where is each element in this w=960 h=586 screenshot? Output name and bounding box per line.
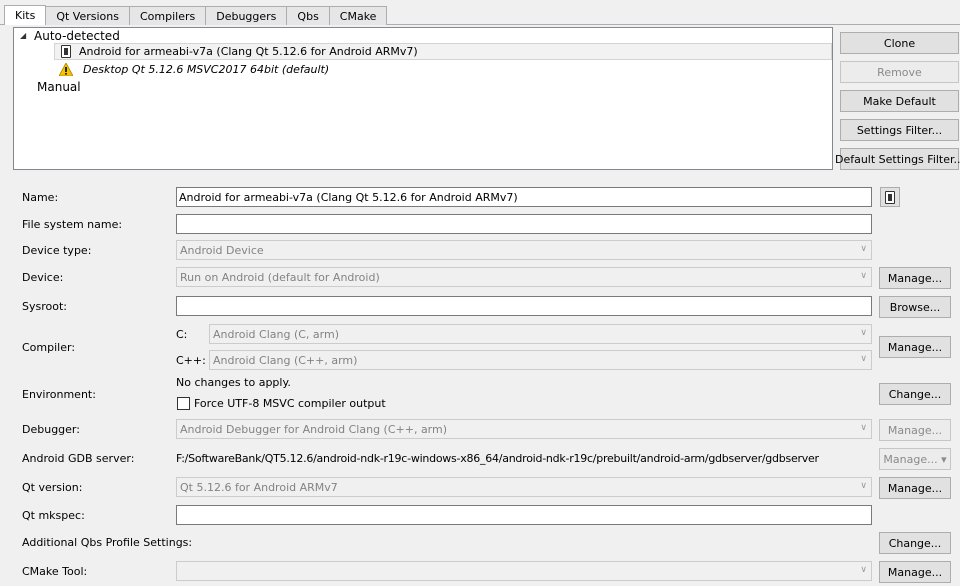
- environment-label: Environment:: [22, 388, 96, 401]
- debugger-value: Android Debugger for Android Clang (C++,…: [180, 422, 448, 436]
- c-compiler-value: Android Clang (C, arm): [213, 327, 339, 341]
- debugger-manage-button[interactable]: Manage...: [879, 419, 951, 441]
- tab-qt-versions[interactable]: Qt Versions: [45, 6, 130, 25]
- kit-icon-button[interactable]: [880, 187, 900, 207]
- tree-item-desktop-kit[interactable]: Desktop Qt 5.12.6 MSVC2017 64bit (defaul…: [59, 61, 329, 78]
- name-label: Name:: [22, 191, 59, 204]
- tab-qbs[interactable]: Qbs: [286, 6, 330, 25]
- qt-version-manage-button[interactable]: Manage...: [879, 477, 951, 499]
- device-icon: [61, 45, 71, 58]
- qt-version-label: Qt version:: [22, 481, 83, 494]
- chevron-down-icon: ∨: [860, 271, 867, 281]
- device-type-select[interactable]: Android Device ∨: [176, 240, 872, 260]
- warning-icon: [59, 63, 73, 76]
- kit-label: Android for armeabi-v7a (Clang Qt 5.12.6…: [79, 45, 418, 58]
- sysroot-input[interactable]: [176, 296, 872, 316]
- clone-button[interactable]: Clone: [840, 32, 959, 54]
- device-label: Device:: [22, 271, 64, 284]
- cpp-compiler-label: C++:: [176, 354, 206, 367]
- chevron-down-icon: ∨: [860, 423, 867, 433]
- device-type-label: Device type:: [22, 244, 92, 257]
- qt-version-value: Qt 5.12.6 for Android ARMv7: [180, 480, 338, 494]
- fs-name-label: File system name:: [22, 218, 123, 231]
- qbs-profile-label: Additional Qbs Profile Settings:: [22, 536, 193, 549]
- fs-name-input[interactable]: [176, 214, 872, 234]
- gdb-server-path: F:/SoftwareBank/QT5.12.6/android-ndk-r19…: [176, 452, 819, 465]
- cpp-compiler-value: Android Clang (C++, arm): [213, 353, 358, 367]
- qbs-change-button[interactable]: Change...: [879, 532, 951, 554]
- environment-status: No changes to apply.: [176, 376, 291, 389]
- device-icon: [885, 190, 895, 204]
- force-utf8-label[interactable]: Force UTF-8 MSVC compiler output: [194, 397, 386, 410]
- tab-debuggers[interactable]: Debuggers: [205, 6, 288, 25]
- settings-filter-button[interactable]: Settings Filter...: [840, 119, 959, 141]
- compiler-label: Compiler:: [22, 341, 76, 354]
- chevron-down-icon: ∨: [860, 244, 867, 254]
- sysroot-label: Sysroot:: [22, 300, 67, 313]
- chevron-down-icon: ∨: [860, 565, 867, 575]
- cmake-tool-label: CMake Tool:: [22, 565, 88, 578]
- tree-group-manual[interactable]: Manual: [37, 78, 81, 95]
- c-compiler-select[interactable]: Android Clang (C, arm) ∨: [209, 324, 872, 344]
- force-utf8-checkbox[interactable]: [177, 397, 190, 410]
- cmake-manage-button[interactable]: Manage...: [879, 561, 951, 583]
- device-select[interactable]: Run on Android (default for Android) ∨: [176, 267, 872, 287]
- cmake-tool-select[interactable]: ∨: [176, 561, 872, 581]
- gdb-manage-dropdown-button[interactable]: Manage... ▾: [879, 448, 951, 470]
- make-default-button[interactable]: Make Default: [840, 90, 959, 112]
- debugger-select[interactable]: Android Debugger for Android Clang (C++,…: [176, 419, 872, 439]
- group-label: Auto-detected: [34, 28, 120, 43]
- tab-compilers[interactable]: Compilers: [128, 6, 207, 25]
- device-type-value: Android Device: [180, 243, 264, 257]
- tree-item-android-kit[interactable]: Android for armeabi-v7a (Clang Qt 5.12.6…: [54, 43, 832, 60]
- cpp-compiler-select[interactable]: Android Clang (C++, arm) ∨: [209, 350, 872, 370]
- tree-group-auto-detected[interactable]: ◢ Auto-detected: [20, 28, 120, 44]
- expand-arrow-icon[interactable]: ◢: [20, 31, 34, 40]
- chevron-down-icon: ∨: [860, 328, 867, 338]
- tab-kits[interactable]: Kits: [4, 5, 47, 25]
- kit-label: Desktop Qt 5.12.6 MSVC2017 64bit (defaul…: [83, 63, 330, 76]
- qt-mkspec-label: Qt mkspec:: [22, 509, 85, 522]
- compiler-manage-button[interactable]: Manage...: [879, 336, 951, 358]
- tab-cmake[interactable]: CMake: [328, 6, 388, 25]
- environment-change-button[interactable]: Change...: [879, 383, 951, 405]
- options-tab-bar: Kits Qt Versions Compilers Debuggers Qbs…: [4, 5, 388, 25]
- kits-tree[interactable]: ◢ Auto-detected Android for armeabi-v7a …: [13, 27, 833, 170]
- remove-button[interactable]: Remove: [840, 61, 959, 83]
- gdb-server-label: Android GDB server:: [22, 452, 135, 465]
- qt-mkspec-input[interactable]: [176, 505, 872, 525]
- device-value: Run on Android (default for Android): [180, 270, 380, 284]
- chevron-down-icon: ∨: [860, 354, 867, 364]
- chevron-down-icon: ∨: [860, 481, 867, 491]
- qt-version-select[interactable]: Qt 5.12.6 for Android ARMv7 ∨: [176, 477, 872, 497]
- debugger-label: Debugger:: [22, 423, 80, 436]
- c-compiler-label: C:: [176, 328, 188, 341]
- device-manage-button[interactable]: Manage...: [879, 267, 951, 289]
- sysroot-browse-button[interactable]: Browse...: [879, 296, 951, 318]
- name-input[interactable]: Android for armeabi-v7a (Clang Qt 5.12.6…: [176, 187, 872, 207]
- group-label: Manual: [37, 79, 81, 94]
- default-settings-filter-button[interactable]: Default Settings Filter...: [835, 148, 960, 170]
